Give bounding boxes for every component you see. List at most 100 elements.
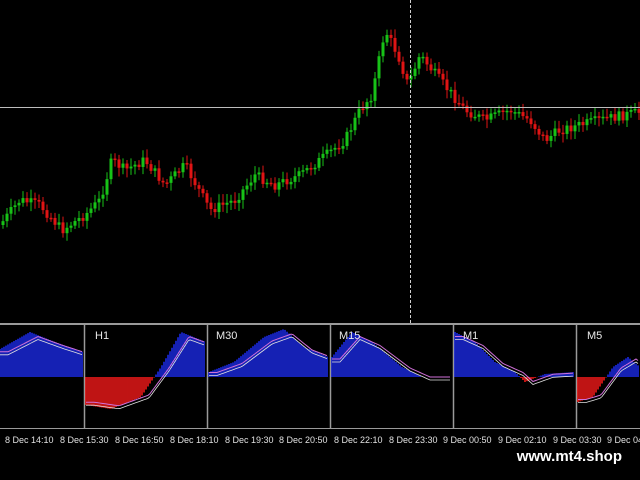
candle-body [329, 149, 333, 152]
candle-body [165, 182, 169, 184]
candle-body [369, 100, 373, 103]
candle-body [77, 218, 81, 222]
candle-body [205, 193, 209, 203]
candle-body [389, 34, 393, 38]
candle-body [285, 179, 289, 185]
candle-body [377, 56, 381, 79]
candle-body [197, 185, 201, 189]
candle-body [37, 199, 41, 202]
macd-indicator-window[interactable]: H1 M30 M15 M1 M5 [0, 325, 640, 428]
candle-body [569, 125, 573, 132]
candle-body [57, 222, 61, 225]
candle-body [553, 128, 557, 136]
candle-body [433, 68, 437, 71]
candle-body [485, 114, 489, 120]
candle-body [321, 153, 325, 158]
candle-body [565, 125, 569, 134]
macd-main-line [578, 361, 639, 403]
candle-body [225, 202, 229, 205]
candle-body [561, 132, 565, 135]
candle-body [261, 172, 265, 184]
candle-body [333, 147, 337, 150]
candle-body [357, 108, 361, 118]
candle-body [317, 157, 321, 168]
candle-body [501, 110, 505, 113]
candle-body [341, 146, 345, 149]
macd-signal-line [578, 358, 639, 400]
candle-body [381, 42, 385, 57]
candle-body [573, 125, 577, 132]
candle-body [241, 189, 245, 200]
candle-body [221, 202, 225, 205]
candle-body [525, 116, 529, 119]
candle-body [201, 188, 205, 194]
candle-body [185, 163, 189, 165]
candle-body [29, 198, 33, 203]
time-label: 8 Dec 15:30 [60, 435, 109, 445]
time-label: 8 Dec 23:30 [389, 435, 438, 445]
candle-body [193, 178, 197, 186]
time-label: 9 Dec 03:30 [553, 435, 602, 445]
candle-body [249, 182, 253, 186]
candle-body [105, 179, 109, 195]
candle-body [457, 102, 461, 105]
candle-body [441, 73, 445, 80]
candle-body [157, 168, 161, 181]
time-label: 8 Dec 20:50 [279, 435, 328, 445]
candle-body [449, 89, 453, 92]
candle-body [101, 194, 105, 199]
candle-body [337, 147, 341, 150]
candle-body [49, 217, 53, 220]
horizontal-price-line[interactable] [0, 107, 640, 108]
candle-body [301, 170, 305, 172]
candle-body [529, 118, 533, 125]
candle-body [421, 56, 425, 59]
candle-body [537, 128, 541, 135]
time-label: 8 Dec 22:10 [334, 435, 383, 445]
panel-label-m15: M15 [339, 330, 361, 342]
candle-body [137, 164, 141, 167]
candle-body [401, 61, 405, 74]
candle-body [129, 166, 133, 169]
candle-body [189, 163, 193, 179]
candle-body [1, 221, 5, 225]
candle-body [393, 37, 397, 52]
candle-body [325, 149, 329, 154]
candle-body [541, 134, 545, 137]
candle-body [209, 202, 213, 209]
candle-body [313, 167, 317, 170]
candle-body [617, 111, 621, 121]
candle-body [397, 51, 401, 62]
candle-body [593, 116, 597, 119]
candle-body [609, 114, 613, 118]
candle-body [349, 130, 353, 132]
candle-body [69, 225, 73, 228]
time-label: 8 Dec 19:30 [225, 435, 274, 445]
candle-body [469, 112, 473, 118]
candle-body [149, 164, 153, 171]
candle-body [245, 185, 249, 190]
candle-body [557, 128, 561, 133]
candle-body [577, 121, 581, 126]
candle-body [265, 182, 269, 185]
candle-body [41, 201, 45, 211]
candle-body [413, 68, 417, 76]
candle-body [417, 57, 421, 69]
candle-body [141, 157, 145, 167]
candle-body [345, 131, 349, 147]
mt4-chart-window: H1 M30 M15 M1 M5 8 Dec 14:10 8 Dec 15:30… [0, 0, 640, 480]
candle-body [181, 163, 185, 173]
candle-body [473, 116, 477, 119]
candle-body [5, 213, 9, 222]
candle-body [373, 78, 377, 101]
candle-body [549, 135, 553, 141]
time-label: 8 Dec 18:10 [170, 435, 219, 445]
watermark: www.mt4.shop [508, 445, 630, 468]
price-chart[interactable] [0, 0, 640, 323]
candle-body [45, 210, 49, 218]
candle-body [113, 158, 117, 161]
candle-body [237, 199, 241, 203]
time-label: 8 Dec 16:50 [115, 435, 164, 445]
candle-body [589, 118, 593, 120]
candle-body [293, 176, 297, 182]
